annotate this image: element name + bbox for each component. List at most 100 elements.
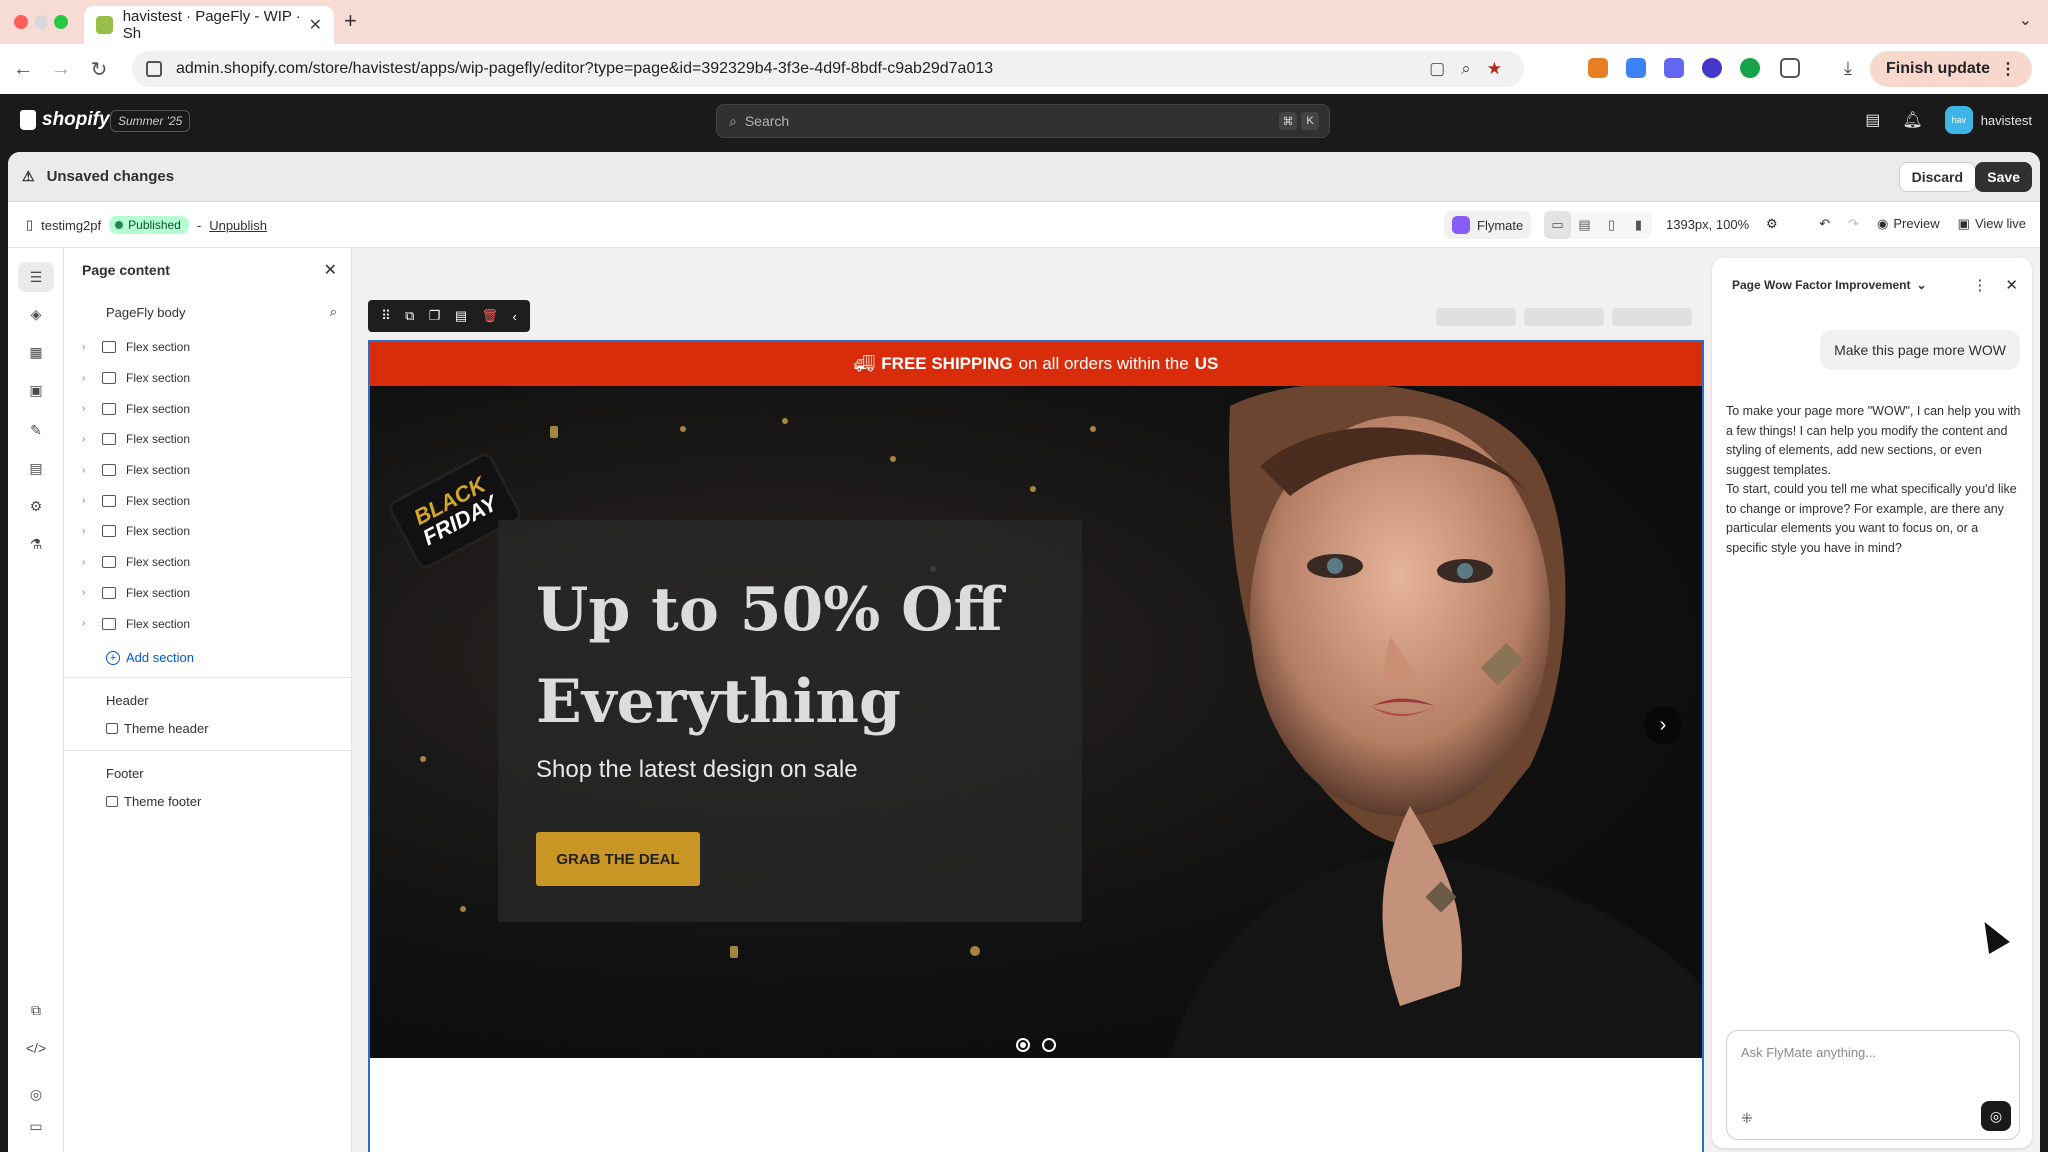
- tab-close-icon[interactable]: ✕: [309, 15, 322, 35]
- list-item[interactable]: › Flex section: [64, 332, 351, 363]
- more-options-icon[interactable]: ⋮: [1972, 276, 1987, 294]
- hero-headline[interactable]: Up to 50% Off Everything: [536, 564, 1056, 748]
- list-item[interactable]: › Flex section: [64, 608, 351, 639]
- extensions-icon[interactable]: [1780, 58, 1800, 78]
- grab-deal-button[interactable]: GRAB THE DEAL: [536, 832, 700, 886]
- collapse-icon[interactable]: ‹: [512, 309, 516, 324]
- list-item[interactable]: › Flex section: [64, 455, 351, 486]
- chat-icon[interactable]: ▭: [26, 1116, 46, 1136]
- close-icon[interactable]: ✕: [324, 260, 337, 280]
- back-icon[interactable]: ←: [8, 58, 38, 81]
- tab-list-icon[interactable]: ⌄: [2019, 10, 2032, 30]
- zoom-readout[interactable]: 1393px, 100%: [1666, 217, 1749, 232]
- send-icon[interactable]: ◎: [1981, 1101, 2011, 1131]
- save-button[interactable]: Save: [1975, 162, 2032, 192]
- list-item[interactable]: › Flex section: [64, 424, 351, 455]
- code-icon[interactable]: </>: [26, 1038, 46, 1058]
- copy-icon[interactable]: ▤: [455, 308, 467, 324]
- chevron-right-icon[interactable]: ›: [82, 434, 96, 445]
- laptop-icon[interactable]: ▤: [1571, 211, 1598, 239]
- notification-bell-icon[interactable]: 🔔︎: [1902, 110, 1922, 130]
- shopify-logo[interactable]: shopify: [20, 109, 110, 131]
- elements-icon[interactable]: ◈: [26, 304, 46, 324]
- window-minimize-button[interactable]: [34, 15, 48, 29]
- promo-card[interactable]: Up to 50% Off Everything Shop the latest…: [498, 520, 1082, 922]
- edition-badge[interactable]: Summer '25: [110, 110, 191, 132]
- list-item[interactable]: › Flex section: [64, 578, 351, 609]
- cms-icon[interactable]: ▣: [26, 380, 46, 400]
- integrations-icon[interactable]: ⧉: [26, 1000, 46, 1020]
- list-item[interactable]: › Flex section: [64, 485, 351, 516]
- screenshot-icon[interactable]: ▢: [1429, 59, 1445, 79]
- browser-tab-active[interactable]: havistest · PageFly - WIP · Sh ✕: [84, 6, 334, 44]
- canvas-settings-icon[interactable]: ⚙︎: [1766, 216, 1778, 232]
- unpublish-link[interactable]: Unpublish: [209, 218, 267, 233]
- finish-update-button[interactable]: Finish update ⋮: [1870, 51, 2032, 87]
- chevron-right-icon[interactable]: ›: [82, 526, 96, 537]
- chevron-right-icon[interactable]: ›: [82, 587, 96, 598]
- site-info-icon[interactable]: [146, 61, 162, 77]
- forward-icon[interactable]: →: [46, 58, 76, 81]
- shipping-banner[interactable]: 🚚︎ FREE SHIPPING on all orders within th…: [370, 342, 1702, 386]
- redo-icon[interactable]: ↷: [1848, 216, 1859, 232]
- chevron-right-icon[interactable]: ›: [82, 557, 96, 568]
- preview-button[interactable]: ◉ Preview: [1877, 216, 1940, 232]
- hero-slider[interactable]: BLACK FRIDAY Up to 50% Off Everything Sho…: [370, 386, 1702, 1058]
- pagefly-body-label[interactable]: PageFly body: [106, 305, 186, 320]
- chevron-right-icon[interactable]: ›: [82, 618, 96, 629]
- theme-header-item[interactable]: Theme header: [64, 714, 351, 744]
- extension-icon[interactable]: [1740, 58, 1760, 78]
- settings-icon[interactable]: ⚙︎: [26, 496, 46, 516]
- window-zoom-button[interactable]: [54, 15, 68, 29]
- chevron-right-icon[interactable]: ›: [82, 342, 96, 353]
- chevron-right-icon[interactable]: ›: [82, 495, 96, 506]
- admin-search-input[interactable]: ⌕ Search ⌘ K: [716, 104, 1330, 138]
- inbox-icon[interactable]: ▤: [1865, 110, 1880, 130]
- new-tab-button[interactable]: +: [344, 8, 357, 34]
- window-close-button[interactable]: [14, 15, 28, 29]
- close-icon[interactable]: ✕: [2005, 276, 2018, 294]
- desktop-icon[interactable]: ▭: [1544, 211, 1571, 239]
- chevron-right-icon[interactable]: ›: [82, 403, 96, 414]
- chevron-right-icon[interactable]: ›: [82, 373, 96, 384]
- page-name[interactable]: testimg2pf: [41, 218, 101, 233]
- delete-icon[interactable]: 🗑︎: [482, 308, 499, 324]
- chevron-right-icon[interactable]: ›: [82, 465, 96, 476]
- select-parent-icon[interactable]: ⧉: [405, 308, 414, 324]
- download-icon[interactable]: ⤓: [1838, 58, 1858, 78]
- bookmark-star-icon[interactable]: ★: [1487, 59, 1502, 79]
- search-icon[interactable]: ⌕: [330, 304, 337, 320]
- layers-icon[interactable]: ☰: [18, 262, 54, 292]
- slider-next-button[interactable]: ›: [1644, 706, 1682, 744]
- theme-footer-item[interactable]: Theme footer: [64, 787, 351, 817]
- conversation-selector[interactable]: Page Wow Factor Improvement ⌄: [1732, 278, 1927, 292]
- undo-icon[interactable]: ↶: [1819, 216, 1830, 232]
- apps-icon[interactable]: ▦: [26, 342, 46, 362]
- reload-icon[interactable]: ↻: [84, 57, 114, 82]
- list-item[interactable]: › Flex section: [64, 363, 351, 394]
- hero-subheadline[interactable]: Shop the latest design on sale: [536, 756, 858, 784]
- test-icon[interactable]: ⚗︎: [26, 534, 46, 554]
- zoom-icon[interactable]: ⌕: [1461, 59, 1471, 79]
- flymate-button[interactable]: Flymate: [1444, 211, 1532, 239]
- mobile-icon[interactable]: ▮: [1625, 211, 1652, 239]
- slide-dot[interactable]: [1042, 1038, 1056, 1052]
- address-bar[interactable]: admin.shopify.com/store/havistest/apps/w…: [132, 51, 1524, 87]
- tablet-icon[interactable]: ▯: [1598, 211, 1625, 239]
- element-picker-icon[interactable]: ⁜: [1741, 1110, 1753, 1127]
- duplicate-icon[interactable]: ❐: [429, 308, 441, 324]
- extension-icon[interactable]: [1702, 58, 1722, 78]
- drag-handle-icon[interactable]: ⠿: [381, 308, 391, 324]
- list-item[interactable]: › Flex section: [64, 547, 351, 578]
- store-menu[interactable]: hav havistest: [1944, 106, 2032, 134]
- discard-button[interactable]: Discard: [1898, 162, 1976, 192]
- extension-icon[interactable]: [1626, 58, 1646, 78]
- page-preview[interactable]: 🚚︎ FREE SHIPPING on all orders within th…: [368, 340, 1704, 1152]
- styles-icon[interactable]: ✎: [26, 420, 46, 440]
- slide-dot-active[interactable]: [1016, 1038, 1030, 1052]
- flymate-input[interactable]: Ask FlyMate anything... ⁜ ◎: [1726, 1030, 2020, 1140]
- list-item[interactable]: › Flex section: [64, 516, 351, 547]
- help-icon[interactable]: ◎: [26, 1084, 46, 1104]
- pages-icon[interactable]: ▤: [26, 458, 46, 478]
- extension-icon[interactable]: [1664, 58, 1684, 78]
